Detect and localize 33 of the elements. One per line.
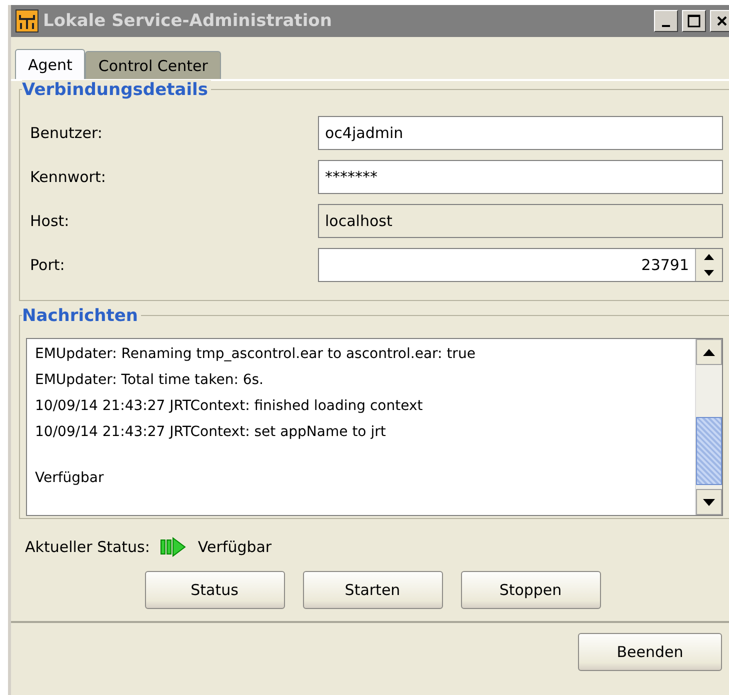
field-label: Benutzer: — [30, 124, 104, 142]
input-field[interactable]: localhost — [318, 204, 723, 238]
log-line: 10/09/14 21:43:27 JRTContext: finished loading context — [35, 397, 424, 416]
scroll-thumb[interactable] — [696, 417, 722, 485]
maximize-button[interactable] — [682, 10, 706, 32]
play-status-icon — [160, 537, 188, 557]
log-line: 10/09/14 21:43:27 JRTContext: set appName to jrt — [35, 423, 387, 442]
log-line: Verfügbar — [35, 469, 105, 488]
maximize-icon — [687, 14, 701, 28]
minimize-icon — [662, 25, 670, 27]
status-value: Verfügbar — [198, 538, 272, 556]
action-button[interactable]: Stoppen — [460, 571, 600, 609]
close-icon — [716, 15, 728, 27]
input-field[interactable]: ******* — [318, 160, 723, 194]
close-button[interactable] — [710, 10, 729, 32]
exit-button[interactable]: Beenden — [578, 633, 722, 671]
minimize-button[interactable] — [654, 10, 678, 32]
status-label: Aktueller Status: — [25, 538, 150, 556]
action-button[interactable]: Starten — [302, 571, 442, 609]
action-button[interactable]: Status — [144, 571, 284, 609]
input-field[interactable]: oc4jadmin — [318, 116, 723, 150]
port-spinner[interactable]: 23791 — [318, 248, 723, 282]
tab[interactable]: Control Center — [85, 51, 221, 79]
field-label: Port: — [30, 256, 66, 274]
app-icon — [15, 9, 39, 33]
field-label: Host: — [30, 212, 70, 230]
log-line: EMUpdater: Renaming tmp_ascontrol.ear to ascontrol.ear: true — [35, 345, 476, 364]
tab[interactable]: Agent — [15, 49, 86, 79]
group-title: Verbindungsdetails — [22, 80, 211, 100]
log-line: EMUpdater: Total time taken: 6s. — [35, 371, 265, 390]
window-title: Lokale Service-Administration — [43, 11, 333, 31]
scrollbar[interactable] — [695, 339, 722, 515]
field-label: Kennwort: — [30, 168, 107, 186]
